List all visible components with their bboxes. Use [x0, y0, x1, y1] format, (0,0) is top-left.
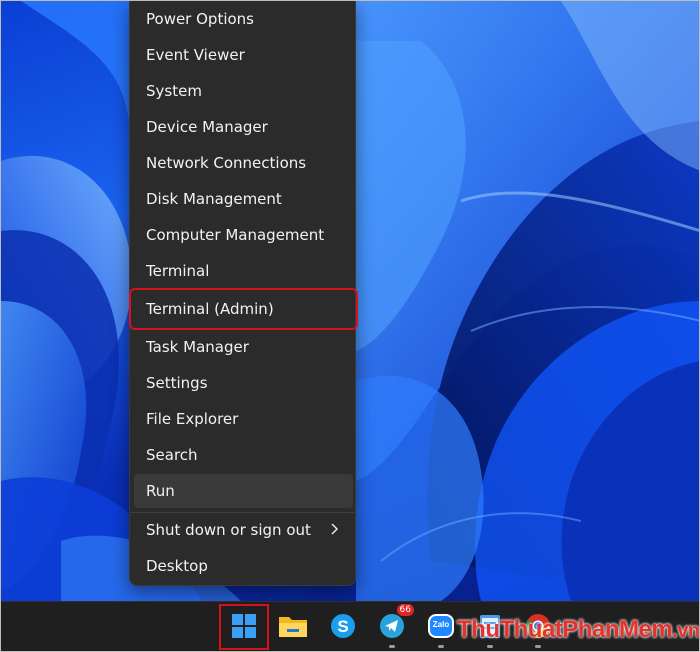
- menu-item-label: Power Options: [146, 10, 254, 28]
- menu-item-settings[interactable]: Settings: [134, 366, 353, 400]
- menu-item-task-manager[interactable]: Task Manager: [134, 330, 353, 364]
- menu-item-label: Search: [146, 446, 198, 464]
- notification-badge: 66: [396, 604, 414, 616]
- menu-item-desktop[interactable]: Desktop: [134, 549, 353, 583]
- menu-item-device-manager[interactable]: Device Manager: [134, 110, 353, 144]
- menu-item-label: Task Manager: [146, 338, 249, 356]
- zalo-label: Zalo: [432, 620, 450, 629]
- menu-item-label: Event Viewer: [146, 46, 245, 64]
- file-explorer-icon: [279, 617, 307, 637]
- menu-item-disk-management[interactable]: Disk Management: [134, 182, 353, 216]
- menu-item-shut-down-or-sign-out[interactable]: Shut down or sign out: [134, 513, 353, 547]
- running-indicator: [438, 645, 444, 648]
- taskbar-telegram-button[interactable]: 66: [372, 604, 414, 648]
- taskbar-file-explorer-button[interactable]: [273, 606, 313, 646]
- running-indicator: [487, 645, 493, 648]
- start-button-highlight-box: [219, 604, 269, 650]
- menu-item-terminal-admin[interactable]: Terminal (Admin): [129, 288, 358, 330]
- menu-item-label: Terminal: [146, 262, 210, 280]
- screenshot-frame: Power Options Event Viewer System Device…: [0, 0, 700, 652]
- taskbar-zalo-button[interactable]: Zalo: [421, 606, 461, 648]
- taskbar-skype-button[interactable]: S: [323, 606, 363, 646]
- menu-item-run[interactable]: Run: [134, 474, 353, 508]
- menu-item-terminal[interactable]: Terminal: [134, 254, 353, 288]
- menu-item-file-explorer[interactable]: File Explorer: [134, 402, 353, 436]
- menu-item-label: File Explorer: [146, 410, 239, 428]
- menu-item-computer-management[interactable]: Computer Management: [134, 218, 353, 252]
- menu-item-event-viewer[interactable]: Event Viewer: [134, 38, 353, 72]
- notepad-icon: [480, 615, 500, 638]
- chrome-icon: [525, 614, 550, 638]
- telegram-icon: [380, 614, 404, 638]
- menu-item-label: Desktop: [146, 557, 208, 575]
- chevron-right-icon: [331, 523, 339, 535]
- taskbar: S 66 Zalo: [1, 601, 699, 651]
- menu-item-label: Settings: [146, 374, 208, 392]
- menu-item-label: Shut down or sign out: [146, 521, 311, 539]
- taskbar-chrome-button[interactable]: [518, 606, 558, 648]
- menu-item-power-options[interactable]: Power Options: [134, 2, 353, 36]
- menu-item-label: Computer Management: [146, 226, 325, 244]
- taskbar-notepad-button[interactable]: [470, 606, 510, 648]
- menu-item-label: Disk Management: [146, 190, 282, 208]
- menu-item-network-connections[interactable]: Network Connections: [134, 146, 353, 180]
- menu-item-label: Network Connections: [146, 154, 307, 172]
- menu-item-search[interactable]: Search: [134, 438, 353, 472]
- svg-text:S: S: [337, 617, 348, 636]
- menu-item-label: Device Manager: [146, 118, 268, 136]
- skype-icon: S: [331, 614, 355, 638]
- running-indicator: [535, 645, 541, 648]
- running-indicator: [389, 645, 395, 648]
- winx-context-menu: Power Options Event Viewer System Device…: [129, 1, 358, 586]
- menu-item-label: Terminal (Admin): [146, 300, 274, 318]
- menu-item-system[interactable]: System: [134, 74, 353, 108]
- menu-item-label: System: [146, 82, 202, 100]
- menu-item-label: Run: [146, 482, 175, 500]
